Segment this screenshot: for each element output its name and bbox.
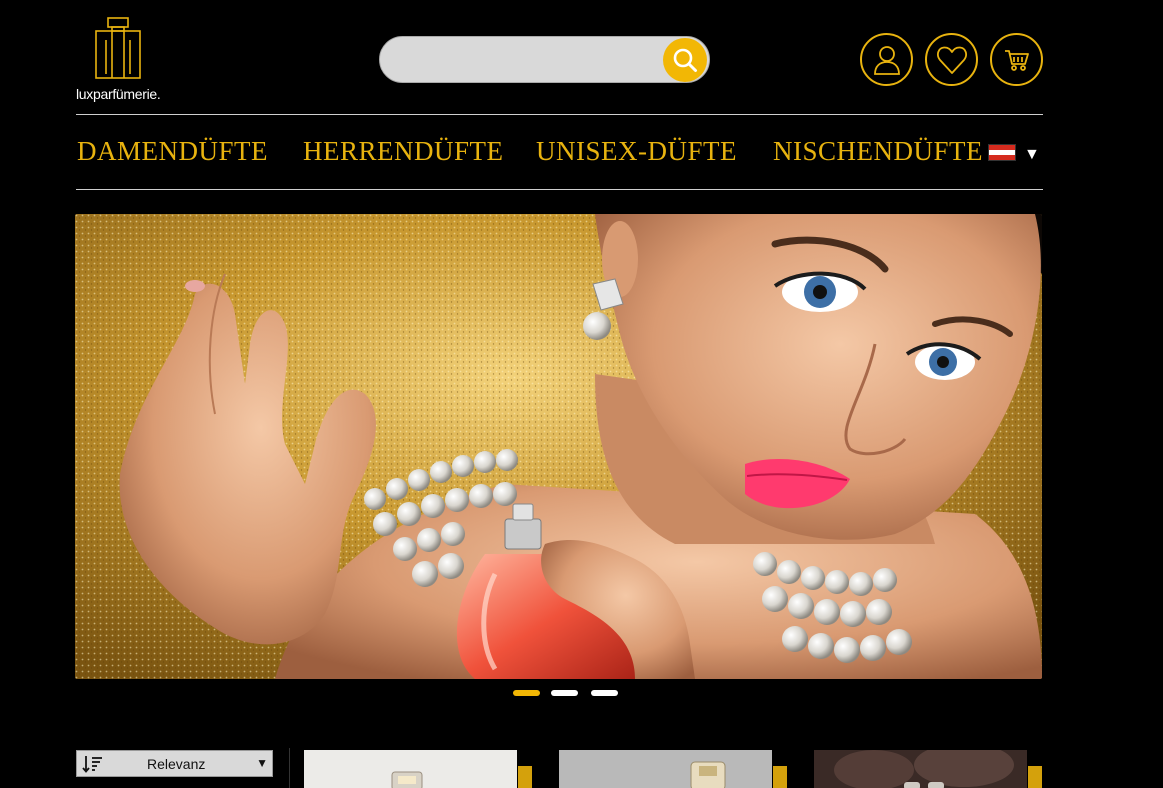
perfume-bottle-logo-icon [95,17,141,79]
product-image [559,750,772,788]
chevron-down-icon: ▼ [1024,146,1040,163]
carousel-dot-3[interactable] [591,690,618,696]
filter-divider [289,748,290,788]
language-selector[interactable]: ▼ [988,144,1042,166]
sort-select-value: Relevanz [147,756,206,772]
product-card[interactable] [304,750,532,788]
product-image [814,750,1027,788]
product-image [304,750,517,788]
search-bar [379,36,710,83]
hero-banner[interactable] [75,214,1042,679]
heart-icon [936,46,967,74]
account-button[interactable] [860,33,913,86]
nav-item-nischenduefte[interactable]: NISCHENDÜFTE [773,136,983,167]
cart-button[interactable] [990,33,1043,86]
product-card-accent [518,766,532,788]
nav-item-unisex-duefte[interactable]: UNISEX-DÜFTE [536,136,737,167]
search-button[interactable] [663,38,707,82]
nav-divider [76,189,1043,190]
sort-select[interactable]: Relevanz ▼ [76,750,273,777]
brand-logo[interactable]: luxparfümerie. [76,16,176,104]
carousel-dot-2[interactable] [551,690,578,696]
cart-icon [1004,49,1029,71]
product-card[interactable] [814,750,1042,788]
search-input[interactable] [398,47,658,73]
product-card[interactable] [559,750,787,788]
nav-item-herrenduefte[interactable]: HERRENDÜFTE [303,136,504,167]
user-icon [873,45,900,75]
carousel-dot-1[interactable] [513,690,540,696]
product-card-accent [1028,766,1042,788]
product-card-accent [773,766,787,788]
wishlist-button[interactable] [925,33,978,86]
nav-item-damenduefte[interactable]: DAMENDÜFTE [77,136,268,167]
brand-name: luxparfümerie. [76,86,161,102]
search-icon [673,48,697,72]
header-divider [76,114,1043,115]
hero-image [75,214,1042,679]
chevron-down-icon: ▼ [256,756,268,770]
austria-flag-icon [988,144,1016,161]
sort-descending-icon [82,756,102,773]
